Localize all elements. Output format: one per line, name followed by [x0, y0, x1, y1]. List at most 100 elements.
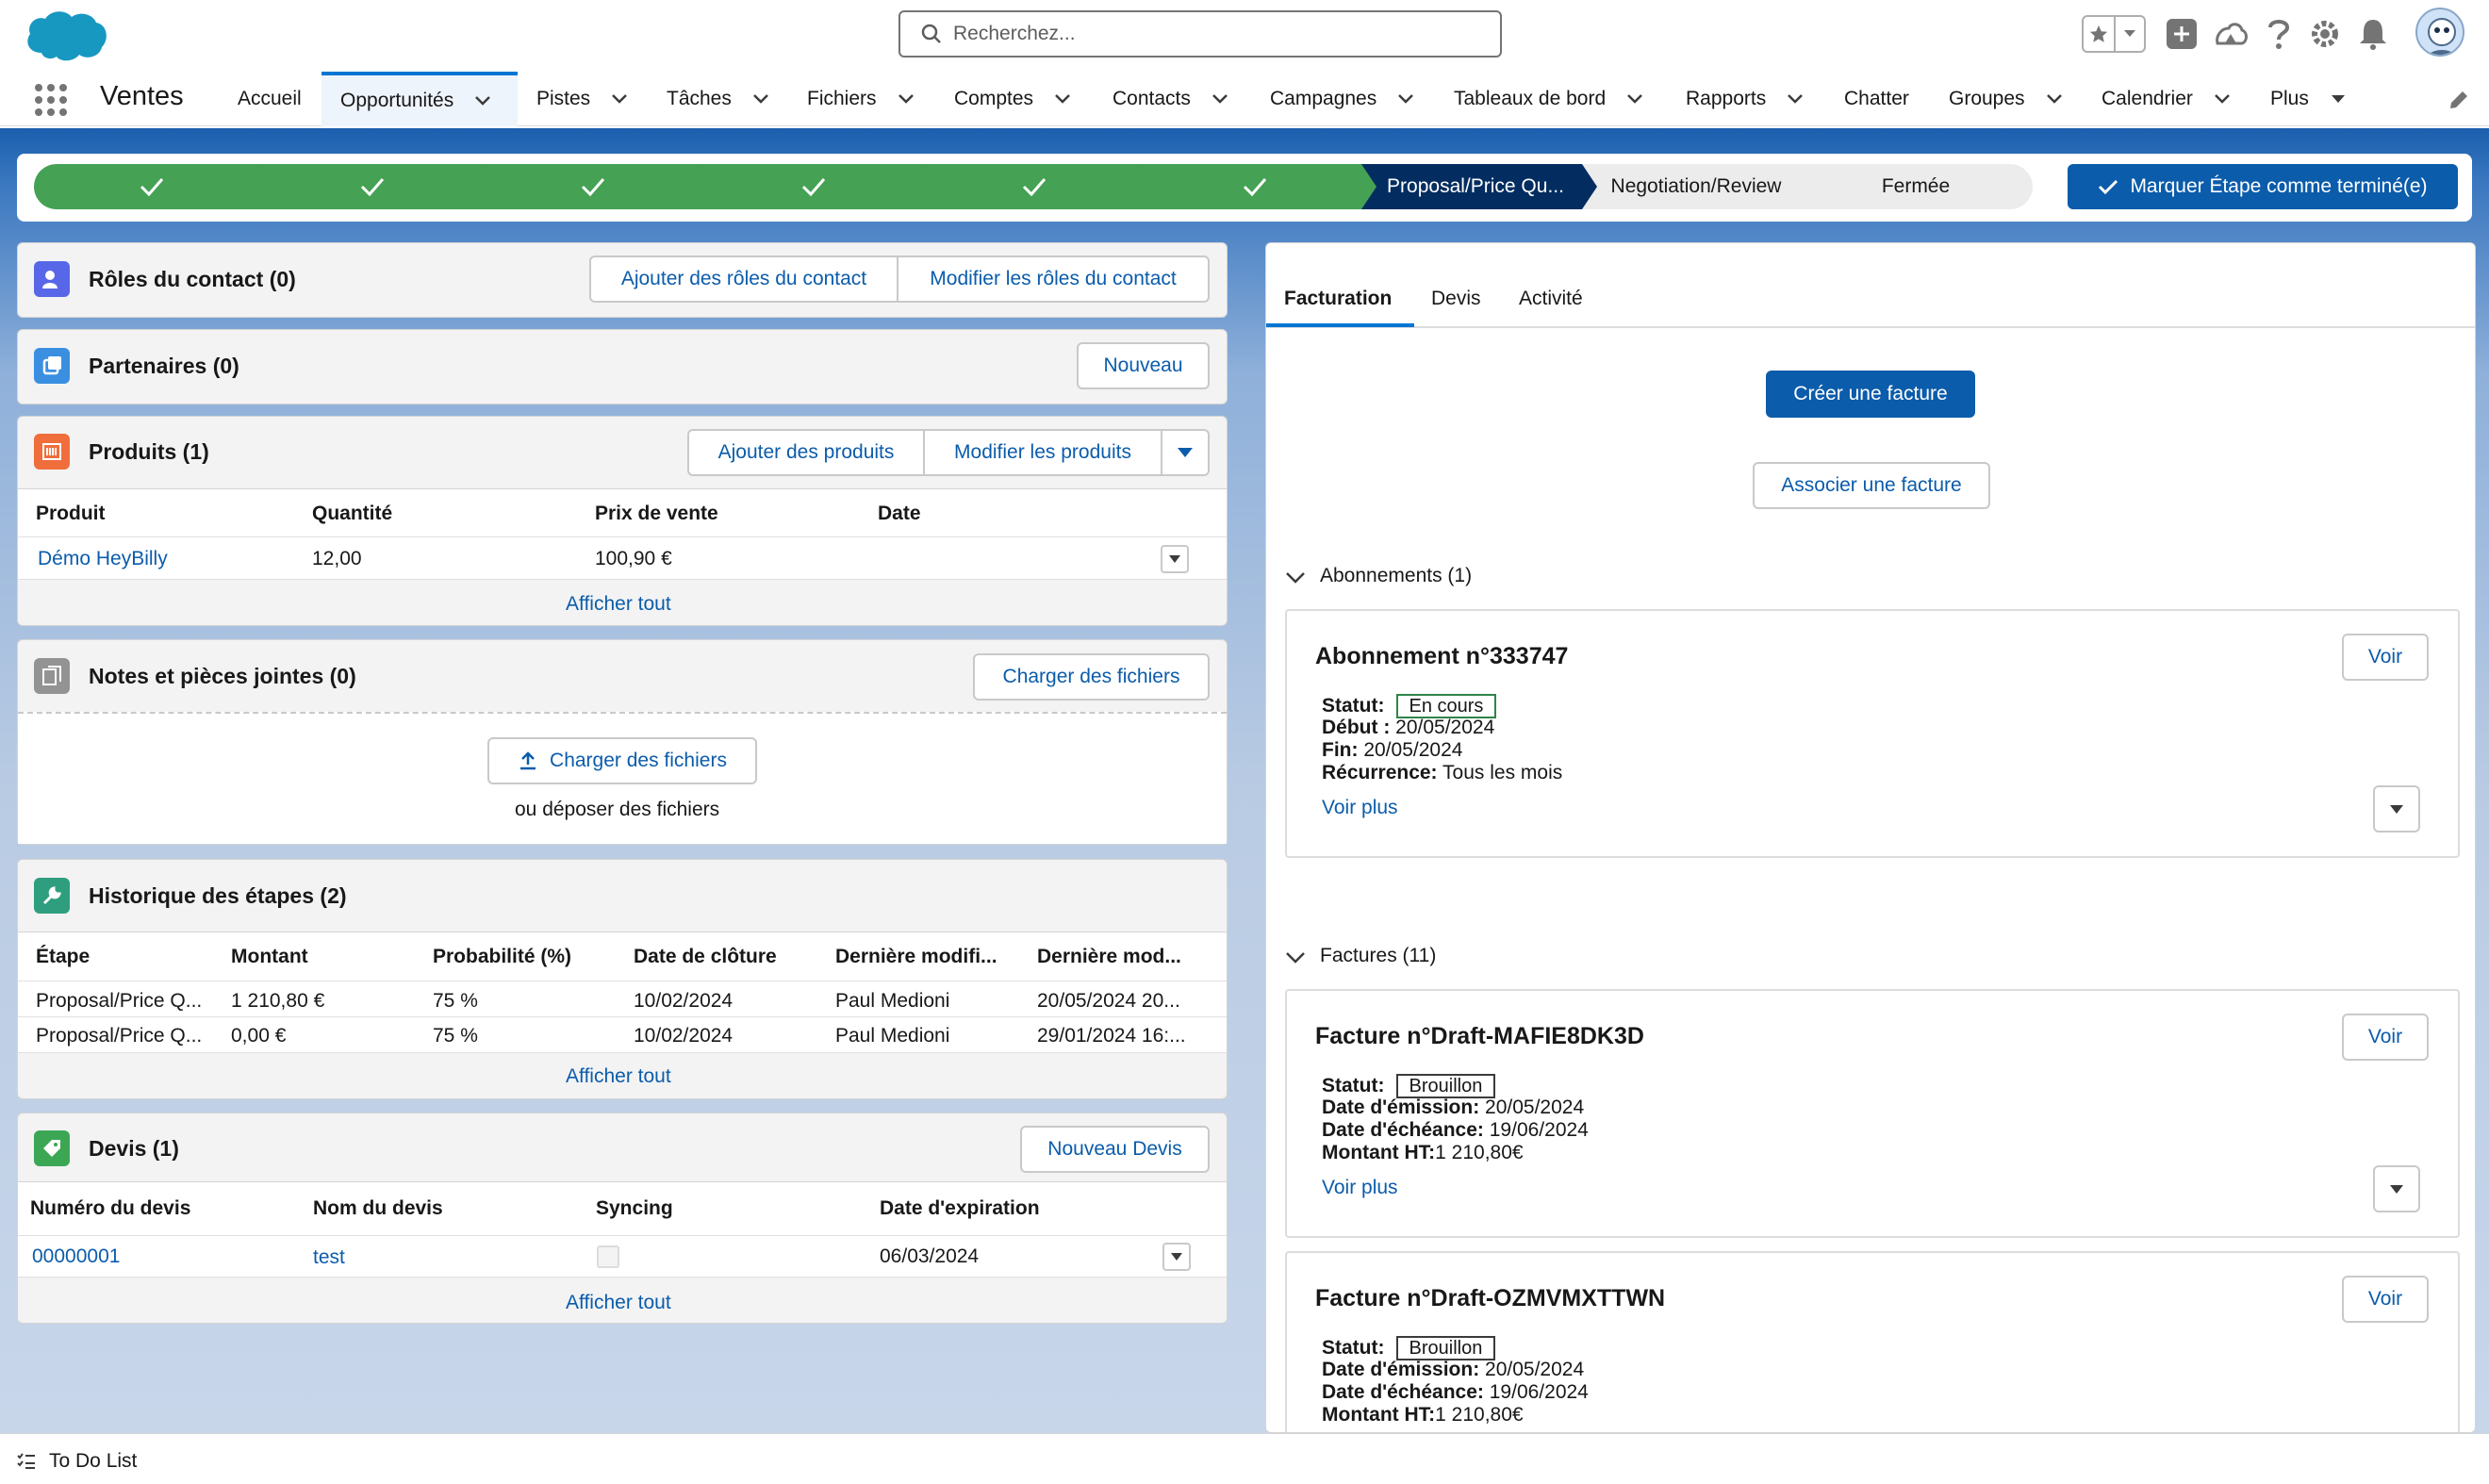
nav-item-campagnes[interactable]: Campagnes [1270, 72, 1414, 126]
column-header[interactable]: Dernière mod... [1037, 946, 1181, 968]
invoice-view-button[interactable]: Voir [2342, 1276, 2429, 1323]
global-actions-add-icon[interactable] [2167, 19, 2197, 49]
column-header[interactable]: Produit [36, 503, 106, 525]
upload-files-button[interactable]: Charger des fichiers [973, 653, 1210, 701]
quote-name-link[interactable]: test [313, 1246, 345, 1269]
subscription-actions-dropdown[interactable] [2373, 785, 2420, 833]
global-search-input[interactable]: Recherchez... [898, 10, 1502, 58]
product-name-link[interactable]: Démo HeyBilly [38, 548, 168, 570]
new-partner-button[interactable]: Nouveau [1077, 342, 1210, 389]
chevron-down-icon[interactable] [1285, 570, 1306, 585]
invoice-see-more-link[interactable]: Voir plus [1322, 1177, 1398, 1199]
chevron-down-icon[interactable] [2046, 91, 2063, 107]
column-header[interactable]: Probabilité (%) [433, 946, 571, 968]
caret-down-icon [1169, 555, 1180, 563]
nav-item-fichiers[interactable]: Fichiers [807, 72, 915, 126]
tab-facturation[interactable]: Facturation [1284, 288, 1392, 310]
subscription-view-button[interactable]: Voir [2342, 634, 2429, 681]
chevron-down-icon[interactable] [1285, 950, 1306, 965]
column-header[interactable]: Date [878, 503, 921, 525]
path-stage-current-label[interactable]: Proposal/Price Qu... [1376, 164, 1574, 209]
chevron-down-icon[interactable] [752, 91, 769, 107]
history-view-all-link[interactable]: Afficher tout [566, 1065, 671, 1088]
caret-down-icon[interactable] [2330, 91, 2347, 107]
column-header[interactable]: Date de clôture [634, 946, 777, 968]
mark-stage-complete-button[interactable]: Marquer Étape comme terminé(e) [2068, 164, 2458, 209]
path-stage-fermee-label[interactable]: Fermée [1818, 164, 2014, 209]
chevron-down-icon[interactable] [2214, 91, 2231, 107]
add-contact-roles-button[interactable]: Ajouter des rôles du contact [591, 257, 898, 301]
invoices-section-header[interactable]: Factures (11) [1320, 945, 1436, 967]
chevron-down-icon[interactable] [898, 91, 915, 107]
row-actions-dropdown[interactable] [1161, 545, 1189, 573]
tab-devis[interactable]: Devis [1431, 288, 1481, 310]
invoice-actions-dropdown[interactable] [2373, 1165, 2420, 1212]
chevron-down-icon[interactable] [1397, 91, 1414, 107]
invoice-title: Facture n°Draft-OZMVMXTTWN [1315, 1285, 1666, 1311]
chevron-down-icon[interactable] [1054, 91, 1071, 107]
nav-item-calendrier[interactable]: Calendrier [2102, 72, 2231, 126]
row-actions-dropdown[interactable] [1162, 1243, 1191, 1271]
path-stage-negotiation-label[interactable]: Negotiation/Review [1597, 164, 1795, 209]
nav-item-accueil[interactable]: Accueil [238, 72, 302, 126]
drop-zone-upload-button[interactable]: Charger des fichiers [487, 737, 757, 784]
divider [18, 536, 1227, 537]
status-label: Statut: [1322, 1337, 1385, 1359]
help-icon[interactable] [2265, 17, 2293, 51]
notifications-bell-icon[interactable] [2357, 17, 2389, 51]
column-header[interactable]: Quantité [312, 503, 392, 525]
nav-item-rapports[interactable]: Rapports [1686, 72, 1804, 126]
nav-item-plus[interactable]: Plus [2270, 72, 2347, 126]
user-avatar[interactable] [2415, 8, 2464, 57]
nav-item-contacts[interactable]: Contacts [1113, 72, 1228, 126]
products-more-actions-button[interactable] [1162, 431, 1208, 474]
column-header[interactable]: Syncing [596, 1197, 673, 1220]
edit-products-button[interactable]: Modifier les produits [925, 431, 1162, 474]
nav-item-pistes[interactable]: Pistes [536, 72, 628, 126]
todo-list-utility-item[interactable]: To Do List [17, 1450, 137, 1473]
favorites-button[interactable] [2082, 15, 2146, 53]
caret-down-icon [1171, 1253, 1182, 1261]
column-header[interactable]: Numéro du devis [30, 1197, 190, 1220]
tab-activite[interactable]: Activité [1519, 288, 1583, 310]
column-header[interactable]: Montant [231, 946, 308, 968]
amount-label: Montant HT: [1322, 1142, 1436, 1163]
nav-item-tableaux-de-bord[interactable]: Tableaux de bord [1454, 72, 1643, 126]
nav-item-taches[interactable]: Tâches [667, 72, 769, 126]
chevron-down-icon[interactable] [1212, 91, 1228, 107]
column-header[interactable]: Date d'expiration [880, 1197, 1040, 1220]
invoice-view-button[interactable]: Voir [2342, 1014, 2429, 1061]
salesforce-logo[interactable] [23, 6, 109, 66]
nav-item-chatter[interactable]: Chatter [1844, 72, 1909, 126]
chevron-down-icon[interactable] [611, 91, 628, 107]
partners-header: Partenaires (0) [34, 348, 239, 384]
quotes-view-all-link[interactable]: Afficher tout [566, 1292, 671, 1314]
app-launcher-icon[interactable] [34, 83, 68, 117]
create-invoice-button[interactable]: Créer une facture [1766, 371, 1975, 418]
products-view-all-link[interactable]: Afficher tout [566, 593, 671, 616]
setup-gear-icon[interactable] [2308, 17, 2342, 51]
quote-number-link[interactable]: 00000001 [32, 1245, 120, 1268]
drop-zone-text: ou déposer des fichiers [515, 799, 720, 820]
nav-item-groupes[interactable]: Groupes [1949, 72, 2063, 126]
subscription-see-more-link[interactable]: Voir plus [1322, 797, 1398, 819]
subscriptions-section-header[interactable]: Abonnements (1) [1320, 565, 1472, 587]
trailhead-icon[interactable] [2214, 17, 2248, 51]
chevron-down-icon[interactable] [474, 92, 491, 109]
chevron-down-icon[interactable] [1787, 91, 1804, 107]
chevron-down-icon[interactable] [1626, 91, 1643, 107]
edit-nav-pencil-icon[interactable] [2448, 89, 2470, 111]
column-header[interactable]: Prix de vente [595, 503, 718, 525]
favorites-dropdown-icon[interactable] [2116, 17, 2144, 51]
favorites-star-icon[interactable] [2084, 17, 2116, 51]
edit-contact-roles-button[interactable]: Modifier les rôles du contact [898, 257, 1208, 301]
divider [18, 1235, 1227, 1236]
nav-item-comptes[interactable]: Comptes [954, 72, 1071, 126]
column-header[interactable]: Étape [36, 946, 90, 968]
column-header[interactable]: Dernière modifi... [835, 946, 997, 968]
associate-invoice-button[interactable]: Associer une facture [1753, 462, 1990, 509]
column-header[interactable]: Nom du devis [313, 1197, 443, 1220]
add-products-button[interactable]: Ajouter des produits [689, 431, 925, 474]
new-quote-button[interactable]: Nouveau Devis [1020, 1126, 1210, 1173]
nav-item-opportunites[interactable]: Opportunités [321, 72, 518, 126]
